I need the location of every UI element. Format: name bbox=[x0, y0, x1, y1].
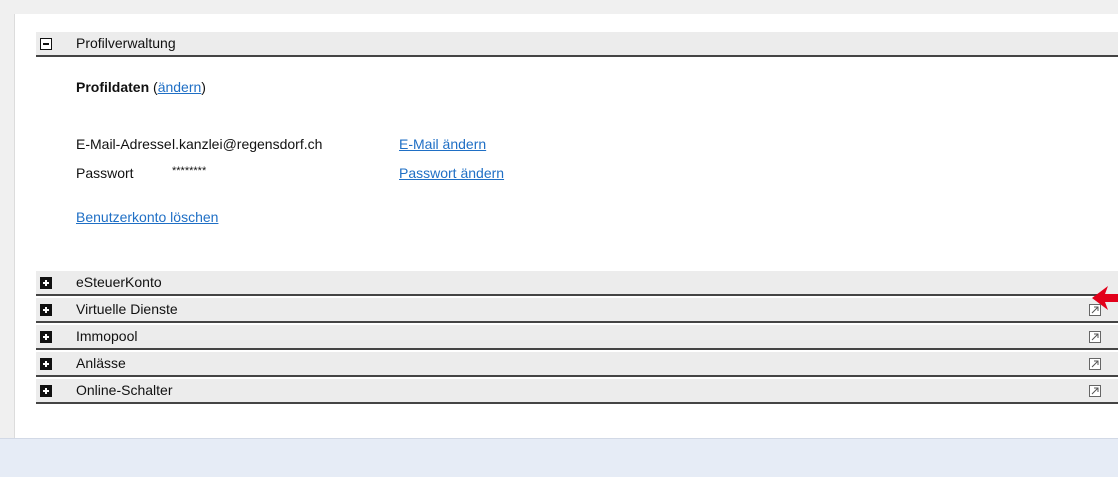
external-link-icon[interactable] bbox=[1089, 358, 1101, 370]
footer-band bbox=[0, 438, 1118, 477]
section-header-virtuelle-dienste[interactable]: Virtuelle Dienste bbox=[36, 298, 1118, 323]
section-header-esteuerkonto[interactable]: eSteuerKonto bbox=[36, 271, 1118, 296]
external-link-icon[interactable] bbox=[1089, 385, 1101, 397]
section-header-profilverwaltung[interactable]: Profilverwaltung bbox=[36, 32, 1118, 57]
paren-close: ) bbox=[201, 79, 206, 95]
password-label: Passwort bbox=[76, 165, 134, 181]
expand-icon[interactable] bbox=[40, 277, 52, 289]
profile-heading-label: Profildaten bbox=[76, 79, 150, 95]
section-title: Profilverwaltung bbox=[76, 35, 176, 51]
edit-profile-link[interactable]: ändern bbox=[158, 79, 202, 95]
external-link-icon[interactable] bbox=[1089, 331, 1101, 343]
section-title: Virtuelle Dienste bbox=[76, 301, 178, 317]
annotation-arrow-icon bbox=[1092, 286, 1118, 310]
section-title: Anlässe bbox=[76, 355, 126, 371]
change-password-link[interactable]: Passwort ändern bbox=[399, 165, 504, 181]
profile-data-heading: Profildaten (ändern) bbox=[76, 79, 206, 95]
expand-icon[interactable] bbox=[40, 331, 52, 343]
expand-icon[interactable] bbox=[40, 304, 52, 316]
section-header-anlaesse[interactable]: Anlässe bbox=[36, 352, 1118, 377]
collapse-icon[interactable] bbox=[40, 38, 52, 50]
expand-icon[interactable] bbox=[40, 358, 52, 370]
password-value: ******** bbox=[172, 165, 207, 177]
email-label: E-Mail-Adresse bbox=[76, 136, 172, 152]
change-email-link[interactable]: E-Mail ändern bbox=[399, 136, 486, 152]
email-value: l.kanzlei@regensdorf.ch bbox=[172, 136, 323, 152]
section-header-online-schalter[interactable]: Online-Schalter bbox=[36, 379, 1118, 404]
section-title: Online-Schalter bbox=[76, 382, 173, 398]
expand-icon[interactable] bbox=[40, 385, 52, 397]
delete-account-link[interactable]: Benutzerkonto löschen bbox=[76, 209, 218, 225]
section-header-immopool[interactable]: Immopool bbox=[36, 325, 1118, 350]
section-title: Immopool bbox=[76, 328, 138, 344]
section-title: eSteuerKonto bbox=[76, 274, 162, 290]
